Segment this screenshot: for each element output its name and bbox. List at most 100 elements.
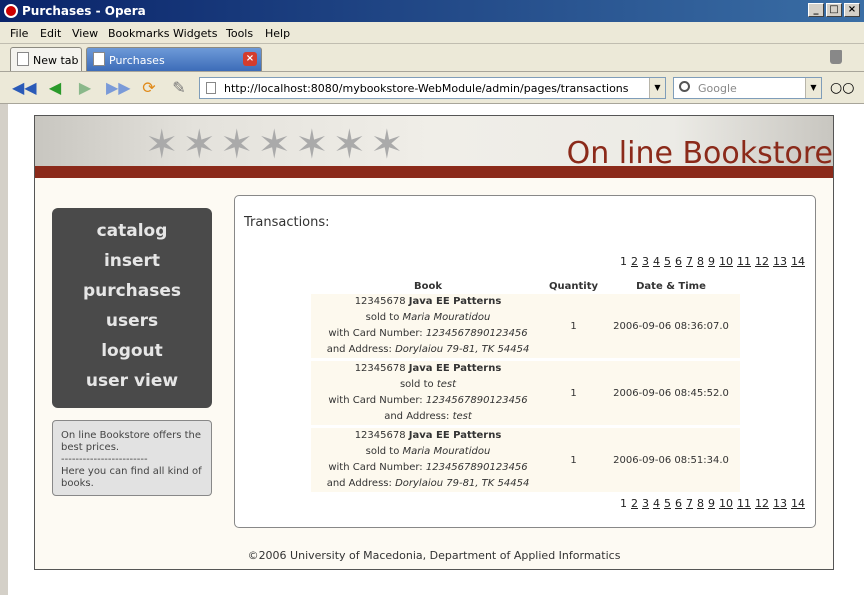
glasses-icon[interactable]: ○○ xyxy=(830,80,854,96)
fast-forward-icon[interactable]: ▶▶ xyxy=(106,78,131,98)
page-link[interactable]: 12 xyxy=(755,255,769,268)
page-link[interactable]: 14 xyxy=(791,255,805,268)
page-link[interactable]: 8 xyxy=(697,255,704,268)
info-line: Here you can find all kind of books. xyxy=(61,466,202,489)
column-header-datetime: Date & Time xyxy=(602,278,740,294)
search-input[interactable]: Google ▼ xyxy=(673,77,822,99)
pagination-bottom: 1 2 3 4 5 6 7 8 9 10 11 12 13 14 xyxy=(616,497,805,510)
page-link[interactable]: 8 xyxy=(697,497,704,510)
page-title: Transactions: xyxy=(244,215,330,230)
nav-users[interactable]: users xyxy=(52,311,212,331)
rewind-icon[interactable]: ◀◀ xyxy=(12,78,37,98)
navigation-bar: ◀◀ ◀ ▶ ▶▶ ⟳ ✎ http://localhost:8080/mybo… xyxy=(0,72,864,104)
address: Dorylaiou 79-81, TK 54454 xyxy=(395,344,530,355)
table-row: 12345678 Java EE Patterns sold to Maria … xyxy=(311,428,740,492)
search-placeholder: Google xyxy=(698,82,737,95)
book-cell: 12345678 Java EE Patterns sold to Maria … xyxy=(311,428,545,492)
transactions-table: Book Quantity Date & Time 12345678 Java … xyxy=(311,278,740,492)
page-link[interactable]: 11 xyxy=(737,255,751,268)
page-link[interactable]: 4 xyxy=(653,497,660,510)
label: and Address: xyxy=(384,411,450,422)
book-cell: 12345678 Java EE Patterns sold to Maria … xyxy=(311,294,545,358)
info-divider: ------------------------ xyxy=(61,454,148,465)
minimize-button[interactable]: _ xyxy=(808,3,824,17)
page-link[interactable]: 3 xyxy=(642,255,649,268)
tab-new-tab[interactable]: New tab xyxy=(10,47,82,71)
reload-icon[interactable]: ⟳ xyxy=(138,78,160,98)
nav-catalog[interactable]: catalog xyxy=(52,221,212,241)
page-link[interactable]: 5 xyxy=(664,497,671,510)
page-link[interactable]: 4 xyxy=(653,255,660,268)
menu-tools[interactable]: Tools xyxy=(226,27,253,40)
tab-purchases[interactable]: Purchases × xyxy=(86,47,262,71)
page-link[interactable]: 12 xyxy=(755,497,769,510)
nav-insert[interactable]: insert xyxy=(52,251,212,271)
page-link[interactable]: 14 xyxy=(791,497,805,510)
address: test xyxy=(452,411,472,422)
back-icon[interactable]: ◀ xyxy=(44,78,66,98)
nav-user-view[interactable]: user view xyxy=(52,371,212,391)
address-dropdown-icon[interactable]: ▼ xyxy=(649,78,665,98)
table-row: 12345678 Java EE Patterns sold to Maria … xyxy=(311,294,740,358)
page-link[interactable]: 3 xyxy=(642,497,649,510)
nav-logout[interactable]: logout xyxy=(52,341,212,361)
window-title: Purchases - Opera xyxy=(22,4,146,18)
page-link[interactable]: 10 xyxy=(719,497,733,510)
label: sold to xyxy=(365,446,400,457)
table-row: 12345678 Java EE Patterns sold to test w… xyxy=(311,361,740,425)
edit-pencil-icon[interactable]: ✎ xyxy=(168,78,190,98)
page-link[interactable]: 6 xyxy=(675,497,682,510)
datetime-cell: 2006-09-06 08:51:34.0 xyxy=(602,428,740,492)
search-engine-dropdown-icon[interactable]: ▼ xyxy=(805,78,821,98)
page-link[interactable]: 6 xyxy=(675,255,682,268)
side-navigation: catalog insert purchases users logout us… xyxy=(52,208,212,408)
label: with Card Number: xyxy=(328,462,423,473)
menu-widgets[interactable]: Widgets xyxy=(173,27,217,40)
menu-bookmarks[interactable]: Bookmarks xyxy=(108,27,169,40)
menu-file[interactable]: File xyxy=(10,27,28,40)
label: sold to xyxy=(365,312,400,323)
page-link[interactable]: 7 xyxy=(686,255,693,268)
people-banner-image: ✶✶✶✶✶✶✶ xyxy=(145,122,408,168)
page-icon xyxy=(17,52,29,66)
page-link[interactable]: 9 xyxy=(708,255,715,268)
page-link[interactable]: 7 xyxy=(686,497,693,510)
bookstore-site: ✶✶✶✶✶✶✶ On line Bookstore catalog insert… xyxy=(34,115,834,570)
trash-icon[interactable] xyxy=(830,50,842,64)
menu-view[interactable]: View xyxy=(72,27,98,40)
buyer: Maria Mouratidou xyxy=(402,312,491,323)
maximize-button[interactable]: □ xyxy=(826,3,842,17)
table-header-row: Book Quantity Date & Time xyxy=(311,278,740,294)
page-link[interactable]: 5 xyxy=(664,255,671,268)
column-header-book: Book xyxy=(311,278,545,294)
page-link[interactable]: 1 xyxy=(620,497,627,510)
page-link[interactable]: 2 xyxy=(631,255,638,268)
forward-icon[interactable]: ▶ xyxy=(74,78,96,98)
menu-help[interactable]: Help xyxy=(265,27,290,40)
page-link[interactable]: 9 xyxy=(708,497,715,510)
close-tab-icon[interactable]: × xyxy=(243,52,257,66)
transactions-panel: Transactions: 1 2 3 4 5 6 7 8 9 10 11 12 13 14 Book Q… xyxy=(234,195,816,528)
quantity-cell: 1 xyxy=(545,294,602,358)
buyer: Maria Mouratidou xyxy=(402,446,491,457)
page-link[interactable]: 13 xyxy=(773,255,787,268)
page-link[interactable]: 13 xyxy=(773,497,787,510)
label: with Card Number: xyxy=(328,395,423,406)
label: with Card Number: xyxy=(328,328,423,339)
page-icon xyxy=(206,82,216,94)
menu-edit[interactable]: Edit xyxy=(40,27,61,40)
card-number: 1234567890123456 xyxy=(425,328,528,339)
book-title: Java EE Patterns xyxy=(408,296,502,307)
isbn: 12345678 xyxy=(354,296,406,307)
page-link[interactable]: 2 xyxy=(631,497,638,510)
page-link[interactable]: 1 xyxy=(620,255,627,268)
page-link[interactable]: 10 xyxy=(719,255,733,268)
card-number: 1234567890123456 xyxy=(425,395,528,406)
nav-purchases[interactable]: purchases xyxy=(52,281,212,301)
address-bar[interactable]: http://localhost:8080/mybookstore-WebMod… xyxy=(199,77,666,99)
site-title: On line Bookstore xyxy=(566,136,833,171)
page-link[interactable]: 11 xyxy=(737,497,751,510)
page-viewport: ✶✶✶✶✶✶✶ On line Bookstore catalog insert… xyxy=(8,104,864,595)
close-button[interactable]: × xyxy=(844,3,860,17)
address: Dorylaiou 79-81, TK 54454 xyxy=(395,478,530,489)
